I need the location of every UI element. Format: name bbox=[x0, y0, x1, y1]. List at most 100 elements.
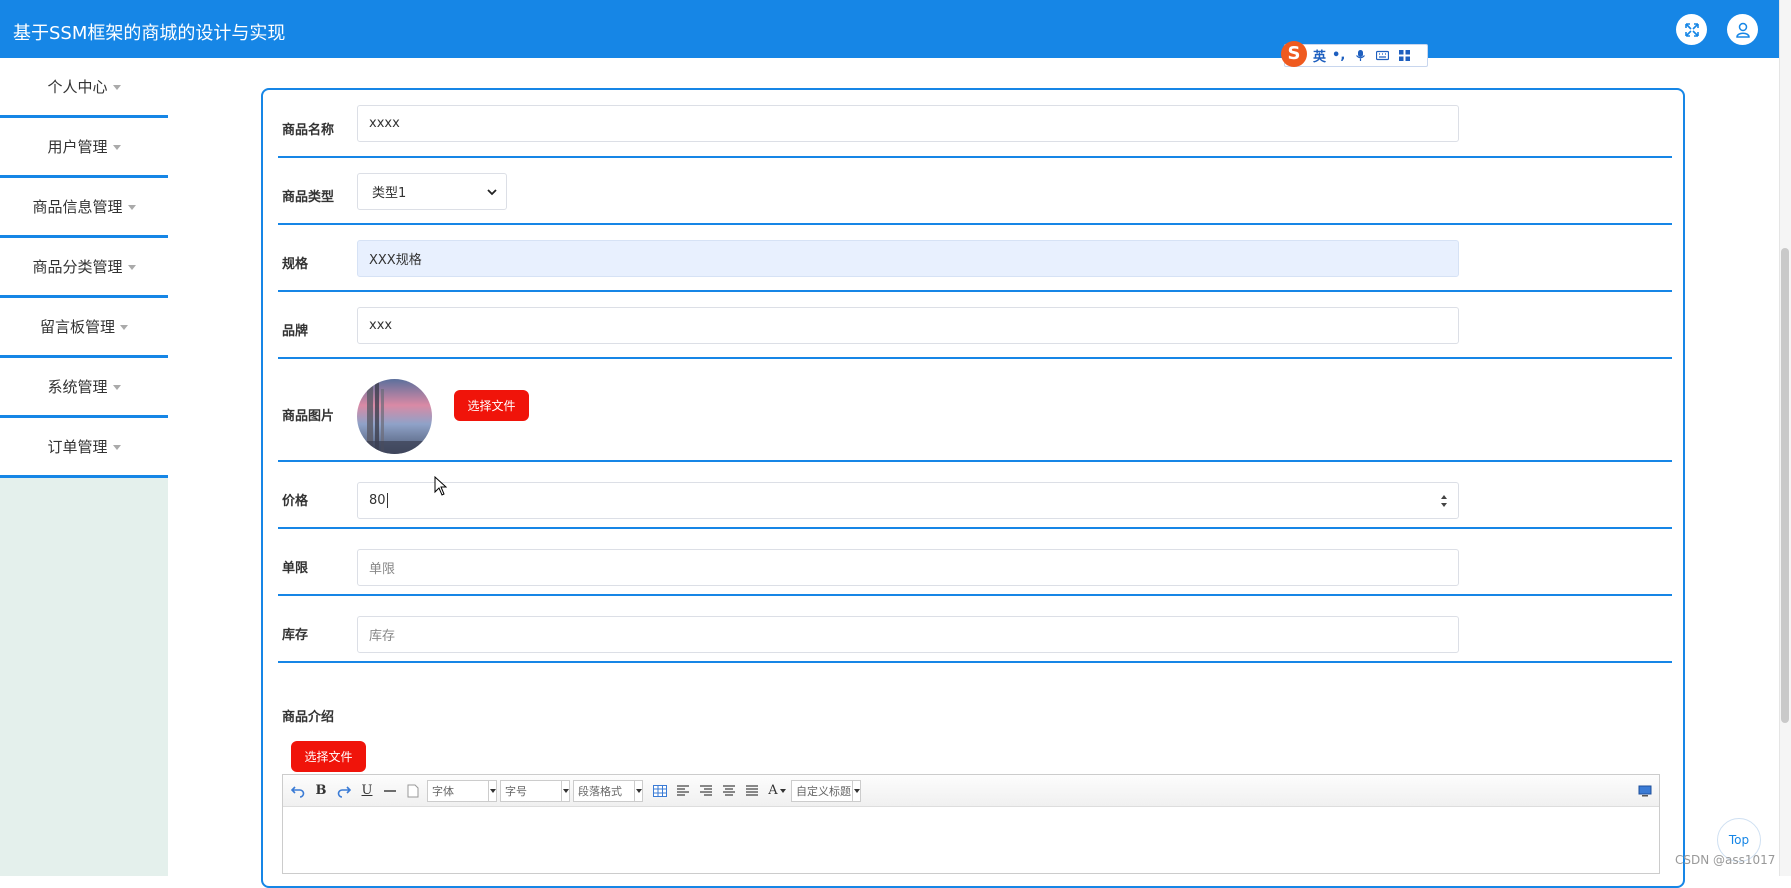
mouse-pointer-icon bbox=[434, 476, 447, 496]
sidebar-item-order-management[interactable]: 订单管理 bbox=[0, 418, 168, 478]
app-title: 基于SSM框架的商城的设计与实现 bbox=[13, 23, 286, 44]
product-form: 商品名称 xxxx 商品类型 类型1 规格 XXX规格 品牌 xxx 商品图片 bbox=[261, 88, 1685, 888]
sidebar-item-label: 商品信息管理 bbox=[32, 198, 123, 216]
type-select[interactable]: 类型1 bbox=[357, 173, 507, 210]
editor-toolbar: B U 字体 字号 段落格式 A 自定义标题 bbox=[283, 775, 1659, 807]
dropdown-arrow-icon bbox=[561, 780, 569, 801]
form-row-stock: 库存 库存 bbox=[278, 596, 1672, 663]
spec-label: 规格 bbox=[282, 257, 309, 272]
custom-title-select[interactable]: 自定义标题 bbox=[791, 779, 861, 802]
font-family-select[interactable]: 字体 bbox=[427, 779, 497, 802]
fullscreen-button[interactable] bbox=[1676, 14, 1707, 45]
form-row-image: 商品图片 选择文件 bbox=[278, 359, 1672, 462]
intro-choose-file-button[interactable]: 选择文件 bbox=[291, 741, 366, 772]
dropdown-arrow-icon bbox=[488, 780, 496, 801]
sidebar-item-message-board[interactable]: 留言板管理 bbox=[0, 298, 168, 358]
table-icon[interactable] bbox=[651, 782, 669, 800]
type-label: 商品类型 bbox=[282, 190, 335, 205]
underline-icon[interactable]: U bbox=[358, 782, 376, 800]
undo-icon[interactable] bbox=[289, 782, 307, 800]
sidebar: 个人中心 用户管理 商品信息管理 商品分类管理 留言板管理 系统管理 订单管理 bbox=[0, 58, 168, 876]
caret-down-icon bbox=[127, 265, 136, 270]
product-image bbox=[357, 379, 432, 454]
grid-icon[interactable] bbox=[1398, 49, 1411, 62]
top-header: 基于SSM框架的商城的设计与实现 bbox=[0, 0, 1779, 58]
align-left-icon[interactable] bbox=[674, 782, 692, 800]
form-row-type: 商品类型 类型1 bbox=[278, 158, 1672, 225]
sidebar-item-user-management[interactable]: 用户管理 bbox=[0, 118, 168, 178]
rich-text-editor[interactable]: B U 字体 字号 段落格式 A 自定义标题 bbox=[282, 774, 1660, 874]
brand-input[interactable]: xxx bbox=[357, 307, 1459, 344]
text-caret bbox=[386, 493, 388, 508]
form-row-name: 商品名称 xxxx bbox=[278, 104, 1672, 158]
redo-icon[interactable] bbox=[335, 782, 353, 800]
sidebar-item-label: 订单管理 bbox=[47, 438, 108, 456]
editor-content-area[interactable] bbox=[283, 807, 1659, 873]
font-size-value: 字号 bbox=[505, 784, 527, 798]
custom-title-value: 自定义标题 bbox=[796, 784, 851, 798]
keyboard-icon[interactable] bbox=[1376, 49, 1390, 62]
sidebar-item-category-management[interactable]: 商品分类管理 bbox=[0, 238, 168, 298]
caret-down-icon bbox=[112, 445, 121, 450]
paragraph-format-select[interactable]: 段落格式 bbox=[573, 779, 643, 802]
caret-down-icon bbox=[112, 85, 121, 90]
horizontal-rule-icon[interactable] bbox=[381, 782, 399, 800]
expand-icon bbox=[1684, 22, 1699, 37]
form-row-price: 价格 80 bbox=[278, 462, 1672, 529]
align-center-icon[interactable] bbox=[720, 782, 738, 800]
sidebar-item-system-management[interactable]: 系统管理 bbox=[0, 358, 168, 418]
font-color-icon[interactable]: A bbox=[766, 782, 780, 800]
align-justify-icon[interactable] bbox=[743, 782, 761, 800]
ime-toolbar[interactable]: S 英 •, bbox=[1281, 40, 1428, 67]
source-view-icon[interactable] bbox=[1636, 782, 1654, 800]
name-input[interactable]: xxxx bbox=[357, 105, 1459, 142]
paragraph-format-value: 段落格式 bbox=[578, 784, 622, 798]
image-choose-file-button[interactable]: 选择文件 bbox=[454, 390, 529, 421]
form-row-limit: 单限 单限 bbox=[278, 529, 1672, 596]
stock-input[interactable]: 库存 bbox=[357, 616, 1459, 653]
dropdown-arrow-icon bbox=[852, 780, 860, 801]
ime-punct-toggle[interactable]: •, bbox=[1332, 48, 1345, 63]
watermark: CSDN @ass1017 bbox=[1675, 853, 1776, 867]
limit-label: 单限 bbox=[282, 561, 309, 576]
name-label: 商品名称 bbox=[282, 123, 335, 138]
align-right-icon[interactable] bbox=[697, 782, 715, 800]
form-row-brand: 品牌 xxx bbox=[278, 292, 1672, 359]
sogou-logo: S bbox=[1281, 40, 1307, 67]
image-label: 商品图片 bbox=[282, 409, 335, 424]
sidebar-item-label: 商品分类管理 bbox=[32, 258, 123, 276]
font-color-dropdown-icon[interactable] bbox=[780, 788, 786, 793]
dropdown-arrow-icon bbox=[634, 780, 642, 801]
font-size-select[interactable]: 字号 bbox=[500, 779, 570, 802]
sidebar-item-label: 留言板管理 bbox=[39, 318, 115, 336]
sidebar-item-personal-center[interactable]: 个人中心 bbox=[0, 58, 168, 118]
sidebar-item-label: 用户管理 bbox=[47, 138, 108, 156]
caret-down-icon bbox=[112, 145, 121, 150]
sidebar-item-product-management[interactable]: 商品信息管理 bbox=[0, 178, 168, 238]
user-menu-button[interactable] bbox=[1727, 14, 1758, 45]
form-row-spec: 规格 XXX规格 bbox=[278, 225, 1672, 292]
chevron-down-icon bbox=[487, 189, 497, 196]
document-icon[interactable] bbox=[404, 782, 422, 800]
user-icon bbox=[1735, 22, 1750, 38]
ime-mode-toggle[interactable]: 英 bbox=[1313, 46, 1326, 65]
sidebar-item-label: 系统管理 bbox=[47, 378, 108, 396]
type-select-value: 类型1 bbox=[372, 186, 407, 201]
page-scrollbar-thumb[interactable] bbox=[1781, 248, 1789, 723]
caret-down-icon bbox=[127, 205, 136, 210]
price-value: 80 bbox=[369, 493, 386, 508]
bold-icon[interactable]: B bbox=[312, 782, 330, 800]
price-input[interactable]: 80 bbox=[357, 482, 1459, 519]
number-spinner-icon[interactable] bbox=[1439, 493, 1449, 509]
product-image-thumbnail[interactable] bbox=[357, 379, 432, 454]
sidebar-item-label: 个人中心 bbox=[47, 78, 108, 96]
font-family-value: 字体 bbox=[432, 784, 454, 798]
caret-down-icon bbox=[112, 385, 121, 390]
stock-label: 库存 bbox=[282, 628, 309, 643]
spec-input[interactable]: XXX规格 bbox=[357, 240, 1459, 277]
price-label: 价格 bbox=[282, 494, 309, 509]
brand-label: 品牌 bbox=[282, 324, 309, 339]
caret-down-icon bbox=[120, 325, 128, 330]
limit-input[interactable]: 单限 bbox=[357, 549, 1459, 586]
mic-icon[interactable] bbox=[1354, 49, 1367, 62]
